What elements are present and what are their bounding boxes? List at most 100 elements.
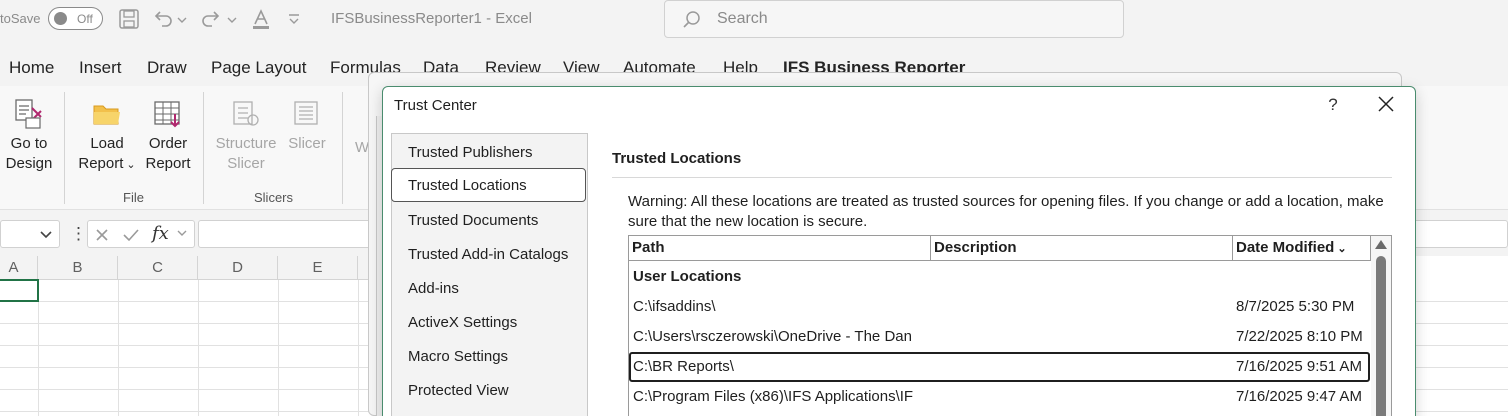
search-placeholder: Search	[717, 10, 768, 27]
excel-title-bar: toSave Off IFSBusinessReporter1 - Excel …	[0, 0, 1508, 38]
column-header-description[interactable]: Description	[931, 236, 1233, 261]
tab-page-layout[interactable]: Page Layout	[211, 58, 306, 78]
go-to-design-button[interactable]: Go to Design	[2, 98, 56, 174]
autosave-state: Off	[77, 12, 93, 26]
row-date: 7/16/2025 9:51 AM	[1236, 358, 1362, 375]
autosave-toggle[interactable]: Off	[48, 7, 103, 30]
customize-qat-icon[interactable]	[286, 8, 302, 30]
row-path: C:\Program Files (x86)\IFS Applications\…	[633, 388, 914, 405]
chevron-down-icon: ⌄	[126, 159, 136, 171]
tab-insert[interactable]: Insert	[79, 58, 122, 78]
column-header-b[interactable]: B	[38, 256, 118, 280]
column-header-path[interactable]: Path	[629, 236, 931, 261]
tab-draw[interactable]: Draw	[147, 58, 187, 78]
load-report-line1: Load	[90, 135, 124, 152]
cancel-icon[interactable]	[94, 227, 110, 243]
close-button[interactable]	[1375, 93, 1397, 115]
order-report-button[interactable]: Order Report	[140, 98, 196, 174]
load-report-button[interactable]: Load Report ⌄	[76, 98, 138, 175]
undo-icon[interactable]	[152, 8, 174, 30]
group-label-file: File	[123, 190, 144, 205]
structure-slicer-line1: Structure	[215, 135, 277, 152]
autosave-label: toSave	[0, 11, 41, 26]
column-gridline	[358, 280, 359, 416]
name-box[interactable]	[0, 220, 60, 248]
scroll-up-arrow-icon[interactable]	[1375, 240, 1387, 249]
toggle-knob	[54, 12, 67, 25]
row-path: C:\Users\rsczerowski\OneDrive - The Dan	[633, 328, 912, 345]
structure-slicer-button[interactable]: Structure Slicer	[212, 98, 280, 174]
chevron-down-icon[interactable]	[176, 229, 188, 239]
ribbon-divider	[64, 92, 65, 204]
selected-cell[interactable]	[0, 279, 39, 302]
group-user-locations: User Locations	[633, 268, 742, 285]
help-button[interactable]: ?	[1323, 95, 1343, 115]
column-header-e[interactable]: E	[278, 256, 358, 280]
table-scrollbar[interactable]	[1371, 236, 1391, 416]
font-color-icon[interactable]	[250, 8, 272, 30]
row-date: 8/7/2025 5:30 PM	[1236, 298, 1355, 315]
column-gridline	[198, 280, 199, 416]
slicer-button[interactable]: Slicer	[284, 98, 330, 154]
order-report-icon	[154, 101, 180, 128]
redo-icon[interactable]	[200, 8, 222, 30]
trust-center-dialog: Trust Center ? Trusted Publishers Truste…	[382, 86, 1416, 416]
undo-dropdown-icon[interactable]	[176, 8, 188, 30]
trust-center-nav: Trusted Publishers Trusted Locations Tru…	[391, 133, 588, 416]
column-gridline	[278, 280, 279, 416]
group-label-slicers: Slicers	[254, 190, 294, 205]
column-header-c[interactable]: C	[118, 256, 198, 280]
table-row[interactable]: C:\Program Files (x86)\IFS Applications\…	[629, 382, 1370, 412]
table-row-selected[interactable]: C:\BR Reports\ 7/16/2025 9:51 AM	[629, 352, 1370, 382]
slicer-icon	[294, 101, 318, 125]
scroll-thumb[interactable]	[1376, 256, 1386, 416]
order-report-line2: Report	[145, 155, 191, 172]
sort-chevron-icon: ⌄	[1337, 243, 1347, 255]
nav-trusted-publishers[interactable]: Trusted Publishers	[408, 144, 533, 161]
load-report-line2: Report	[78, 155, 124, 172]
nav-trusted-add-in-catalogs[interactable]: Trusted Add-in Catalogs	[408, 246, 568, 263]
go-to-design-line2: Design	[5, 155, 53, 172]
structure-slicer-line2: Slicer	[227, 155, 265, 172]
date-modified-label: Date Modified	[1236, 239, 1335, 256]
formula-controls: fx	[87, 220, 195, 248]
redo-dropdown-icon[interactable]	[226, 8, 238, 30]
ribbon-divider	[203, 92, 204, 204]
design-icon	[15, 99, 42, 129]
ribbon-divider	[342, 92, 343, 204]
row-path: C:\BR Reports\	[633, 358, 734, 375]
save-icon[interactable]	[118, 8, 140, 30]
go-to-design-line1: Go to	[10, 135, 48, 152]
table-row[interactable]: C:\Users\rsczerowski\OneDrive - The Dan …	[629, 322, 1370, 352]
trust-warning-text: Warning: All these locations are treated…	[628, 193, 1384, 230]
row-path: C:\ifsaddins\	[633, 298, 716, 315]
table-row[interactable]: C:\ifsaddins\ 8/7/2025 5:30 PM	[629, 292, 1370, 322]
folder-icon	[93, 105, 120, 125]
close-icon	[1378, 96, 1394, 112]
structure-slicer-icon	[233, 101, 259, 126]
search-icon	[683, 11, 700, 28]
nav-macro-settings[interactable]: Macro Settings	[408, 348, 508, 365]
trusted-locations-table: Path Description Date Modified ⌄ User Loc…	[628, 235, 1392, 416]
nav-protected-view[interactable]: Protected View	[408, 382, 509, 399]
dialog-title: Trust Center	[394, 97, 477, 114]
insert-function-icon[interactable]: fx	[152, 223, 169, 244]
slicer-label: Slicer	[288, 135, 326, 152]
column-header-d[interactable]: D	[198, 256, 278, 280]
search-box[interactable]: Search	[664, 0, 1124, 38]
row-date: 7/22/2025 8:10 PM	[1236, 328, 1363, 345]
chevron-down-icon	[40, 231, 52, 239]
nav-trusted-documents[interactable]: Trusted Documents	[408, 212, 538, 229]
more-options-icon[interactable]: ⋮	[70, 224, 87, 244]
enter-check-icon[interactable]	[122, 227, 140, 243]
column-gridline	[118, 280, 119, 416]
column-header-date-modified[interactable]: Date Modified ⌄	[1233, 236, 1371, 261]
nav-trusted-locations[interactable]: Trusted Locations	[391, 168, 586, 202]
nav-add-ins[interactable]: Add-ins	[408, 280, 459, 297]
order-report-line1: Order	[148, 135, 188, 152]
nav-activex-settings[interactable]: ActiveX Settings	[408, 314, 517, 331]
window-title: IFSBusinessReporter1 - Excel	[331, 10, 532, 27]
column-header-a[interactable]: A	[0, 256, 38, 280]
section-title: Trusted Locations	[612, 150, 742, 167]
tab-home[interactable]: Home	[9, 58, 54, 78]
